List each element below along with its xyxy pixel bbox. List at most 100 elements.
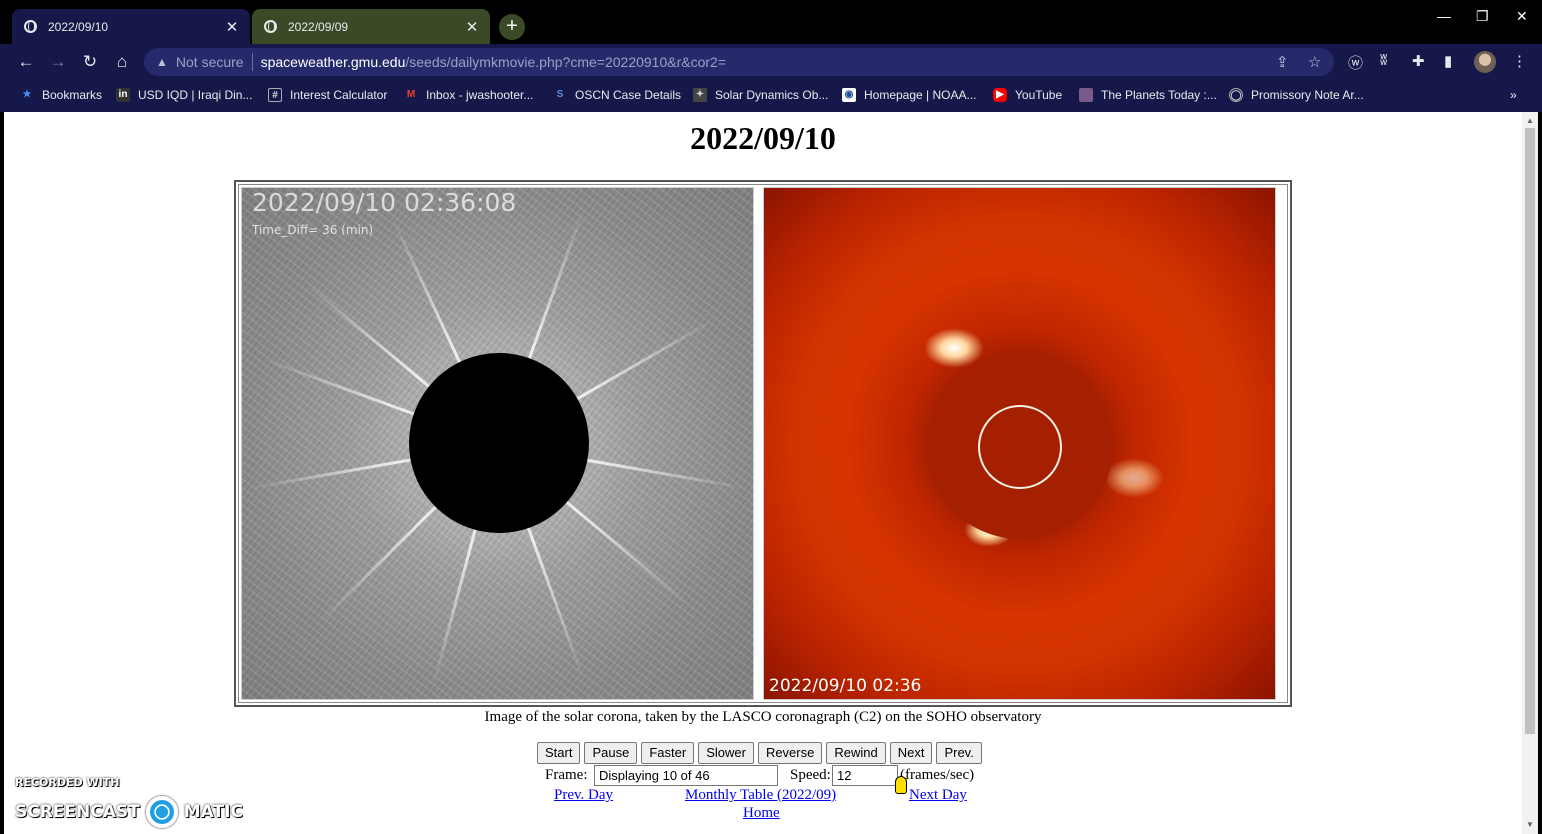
home-icon[interactable]: ⌂: [110, 50, 134, 74]
watermark-matic: MATIC: [183, 802, 243, 822]
extensions-puzzle-icon[interactable]: ✚: [1412, 52, 1425, 70]
back-icon[interactable]: ←: [14, 50, 38, 74]
url-path[interactable]: /seeds/dailymkmovie.php?cme=20220910&r&c…: [405, 54, 726, 70]
bookmark-item[interactable]: ✦ Solar Dynamics Ob...: [693, 88, 828, 102]
frame-speed-row: Frame: Displaying 10 of 46 Speed: 12 (fr…: [545, 765, 1025, 787]
menu-kebab-icon[interactable]: ⋮: [1512, 52, 1527, 70]
home-link[interactable]: Home: [743, 805, 780, 822]
prev-button[interactable]: Prev.: [936, 742, 982, 764]
bookmark-label: Solar Dynamics Ob...: [715, 88, 829, 102]
scroll-down-icon[interactable]: ▼: [1522, 820, 1538, 829]
page-content: 2022/09/10 2022/09/10 02:36:08 Time_Diff…: [4, 112, 1522, 834]
calculator-icon: #: [268, 88, 282, 102]
url-host[interactable]: spaceweather.gmu.edu: [261, 54, 406, 70]
maximize-icon[interactable]: ❐: [1476, 8, 1489, 25]
bookmark-item[interactable]: in USD IQD | Iraqi Din...: [116, 88, 252, 102]
globe-icon: [24, 20, 37, 33]
next-day-link[interactable]: Next Day: [909, 787, 967, 804]
scrollbar-thumb[interactable]: [1525, 128, 1535, 734]
bookmark-item[interactable]: ◉ Homepage | NOAA...: [842, 88, 977, 102]
bookmarks-bar: ★ Bookmarks in USD IQD | Iraqi Din... # …: [0, 80, 1542, 112]
tab-title: 2022/09/10: [48, 19, 109, 34]
bookmark-label: Bookmarks: [42, 88, 103, 102]
noaa-icon: ◉: [842, 88, 856, 102]
watermark-screencast: SCREENCAST: [15, 802, 140, 822]
image-timestamp: 2022/09/10 02:36: [769, 676, 922, 696]
bookmarks-overflow-button[interactable]: »: [1510, 88, 1517, 102]
bookmark-label: Inbox - jwashooter...: [426, 88, 534, 102]
doc-icon: ◯: [1229, 88, 1243, 102]
bookmark-item[interactable]: ★ Bookmarks: [20, 88, 103, 102]
planets-icon: [1079, 88, 1093, 102]
scroll-up-icon[interactable]: ▲: [1522, 116, 1538, 125]
occulter-disk: [409, 353, 589, 533]
new-tab-button[interactable]: +: [499, 14, 525, 40]
screencast-logo-icon: [145, 796, 178, 828]
page-title: 2022/09/10: [690, 120, 836, 156]
bookmark-item[interactable]: ▶ YouTube: [993, 88, 1062, 102]
image-timestamp: 2022/09/10 02:36:08: [252, 188, 517, 217]
youtube-icon: ▶: [993, 88, 1007, 102]
profile-avatar[interactable]: [1474, 51, 1496, 73]
address-divider: [251, 53, 253, 71]
slower-button[interactable]: Slower: [698, 742, 754, 764]
minimize-icon[interactable]: —: [1437, 8, 1451, 24]
bookmark-label: YouTube: [1015, 88, 1063, 102]
start-button[interactable]: Start: [537, 742, 581, 764]
extension-w-icon[interactable]: ⓦ: [1348, 52, 1363, 73]
tab-strip: 2022/09/10 ✕ 2022/09/09 ✕ + — ❐ ✕: [0, 0, 1542, 44]
movie-frame: 2022/09/10 02:36:08 Time_Diff= 36 (min) …: [234, 180, 1292, 707]
monthly-table-link[interactable]: Monthly Table (2022/09): [685, 787, 836, 804]
bookmark-label: OSCN Case Details: [575, 88, 682, 102]
next-button[interactable]: Next: [889, 742, 933, 764]
globe-icon: [264, 20, 277, 33]
solar-limb-circle: [978, 405, 1062, 489]
bookmark-label: The Planets Today :...: [1101, 88, 1217, 102]
bookmark-label: Homepage | NOAA...: [864, 88, 977, 102]
bookmark-item[interactable]: M Inbox - jwashooter...: [404, 88, 534, 102]
bookmark-star-icon[interactable]: ☆: [1308, 53, 1321, 71]
bookmark-item[interactable]: ◯ Promissory Note Ar...: [1229, 88, 1364, 102]
bookmark-label: Promissory Note Ar...: [1251, 88, 1364, 102]
prev-day-link[interactable]: Prev. Day: [554, 787, 613, 804]
frame-field[interactable]: Displaying 10 of 46: [594, 765, 778, 786]
lasco-c2-image: 2022/09/10 02:36: [763, 187, 1276, 700]
address-bar[interactable]: ▲ Not secure spaceweather.gmu.edu /seeds…: [144, 48, 1334, 76]
extension-leaf-icon[interactable]: ʬ: [1380, 52, 1387, 69]
hand-cursor-icon: [895, 776, 907, 794]
pause-button[interactable]: Pause: [584, 742, 638, 764]
watermark-recorded-with: RECORDED WITH: [15, 776, 120, 789]
rewind-button[interactable]: Rewind: [826, 742, 886, 764]
tab-active[interactable]: 2022/09/10 ✕: [12, 9, 250, 44]
reload-icon[interactable]: ↻: [78, 50, 102, 74]
faster-button[interactable]: Faster: [641, 742, 695, 764]
bookmark-item[interactable]: The Planets Today :...: [1079, 88, 1217, 102]
bookmark-item[interactable]: S OSCN Case Details: [553, 88, 681, 102]
time-diff-label: Time_Diff= 36 (min): [252, 223, 374, 237]
close-window-icon[interactable]: ✕: [1516, 8, 1528, 25]
speed-unit: (frames/sec): [900, 767, 975, 783]
gmail-icon: M: [406, 89, 416, 100]
tab-inactive[interactable]: 2022/09/09 ✕: [252, 9, 490, 44]
share-icon[interactable]: ⇪: [1276, 53, 1289, 71]
speed-field[interactable]: 12: [832, 765, 898, 786]
frame-label: Frame:: [545, 767, 588, 783]
forward-icon[interactable]: →: [46, 50, 70, 74]
close-tab-icon[interactable]: ✕: [224, 18, 240, 36]
security-label[interactable]: Not secure: [176, 54, 244, 70]
side-panel-icon[interactable]: ▮: [1444, 52, 1452, 70]
star-icon: ★: [22, 89, 32, 100]
bookmark-label: USD IQD | Iraqi Din...: [138, 88, 253, 102]
speed-label: Speed:: [790, 767, 831, 783]
close-tab-icon[interactable]: ✕: [464, 18, 480, 36]
reverse-button[interactable]: Reverse: [757, 742, 823, 764]
cme-bright-region: [924, 328, 984, 368]
page-scrollbar[interactable]: ▲ ▼: [1522, 112, 1538, 834]
sdo-icon: ✦: [693, 88, 707, 102]
bookmark-label: Interest Calculator: [290, 88, 388, 102]
warning-icon[interactable]: ▲: [156, 55, 168, 69]
bookmark-item[interactable]: # Interest Calculator: [268, 88, 387, 102]
inv-icon: in: [116, 88, 130, 102]
tab-title: 2022/09/09: [288, 19, 349, 34]
oscn-icon: S: [556, 89, 564, 100]
